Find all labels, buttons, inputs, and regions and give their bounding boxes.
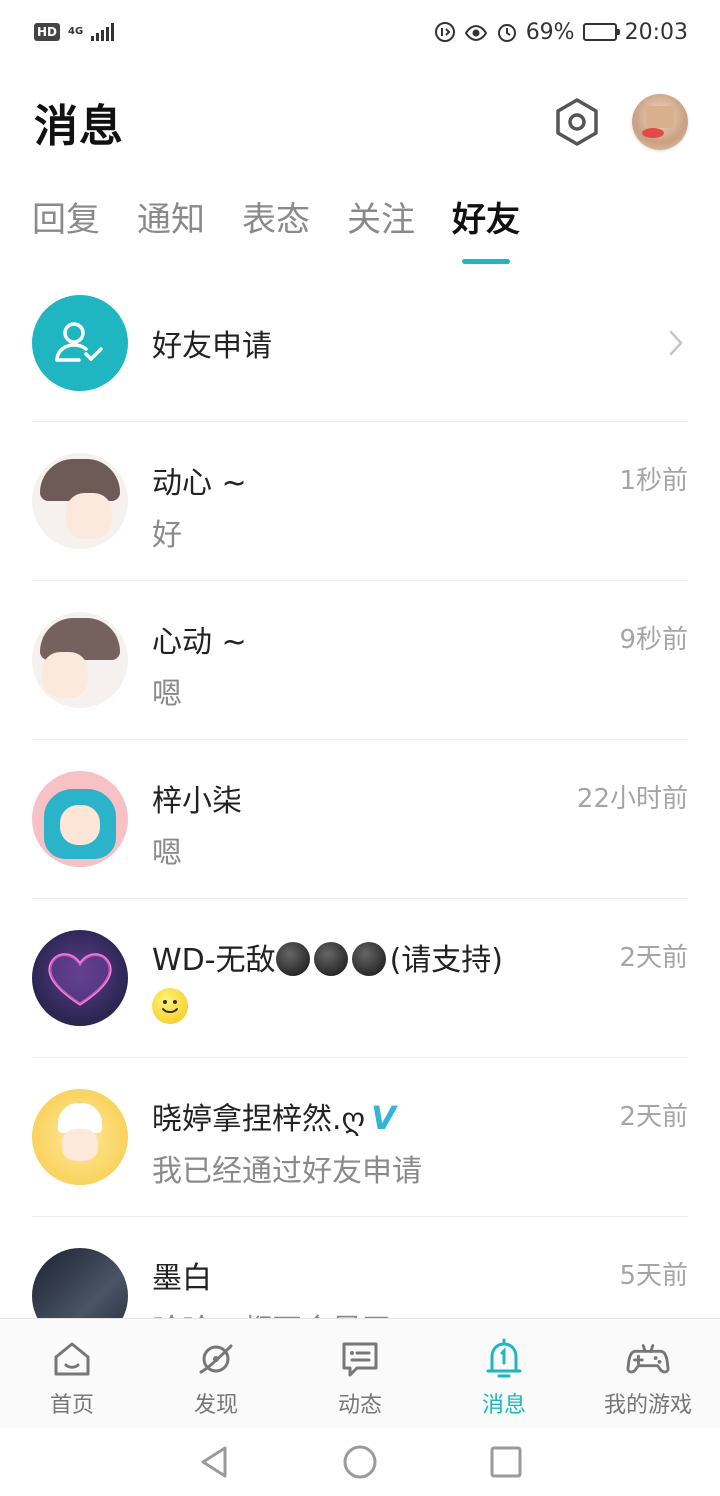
alarm-icon — [497, 24, 516, 42]
conversation-row[interactable]: 心动 ~ 嗯 9秒前 — [32, 581, 688, 740]
message-time: 2天前 — [619, 943, 688, 973]
nav-my-games-label: 我的游戏 — [603, 1393, 692, 1418]
recents-square-icon — [490, 1446, 522, 1478]
friend-message-list[interactable]: 好友申请 动心 ~ 好 1秒前 心动 ~ 嗯 9秒前 梓小柒 嗯 22小时前 W… — [0, 264, 720, 1318]
avatar[interactable] — [32, 612, 128, 708]
user-check-icon — [55, 321, 103, 362]
smiley-emoji-icon — [152, 987, 188, 1024]
message-tabs: 回复 通知 表态 关注 好友 — [32, 190, 688, 270]
data-saver-icon — [434, 22, 455, 42]
planet-icon — [194, 1337, 238, 1381]
dark-face-emoji-icon — [351, 942, 386, 976]
avatar[interactable] — [32, 930, 128, 1026]
avatar[interactable] — [32, 453, 128, 549]
tab-notification[interactable]: 通知 — [137, 190, 205, 270]
message-time: 22小时前 — [576, 784, 688, 814]
hd-badge: HD — [34, 23, 61, 41]
last-message: 我已经通过好友申请 — [152, 1154, 422, 1189]
last-message: 好 — [152, 518, 182, 553]
nav-home-label: 首页 — [49, 1393, 94, 1418]
network-label: 4G — [68, 26, 84, 37]
contact-name-text: 晓婷拿捏梓然.ღ — [152, 1102, 366, 1137]
message-time: 1秒前 — [619, 466, 688, 496]
contact-name: 梓小柒 — [152, 784, 242, 819]
dark-face-emoji-icon — [313, 942, 348, 976]
tab-friends[interactable]: 好友 — [452, 190, 520, 270]
recents-button[interactable] — [486, 1442, 526, 1482]
contact-name: 晓婷拿捏梓然.ღ V — [152, 1094, 396, 1138]
contact-name: 动心 ~ — [152, 466, 247, 501]
dark-face-emoji-icon — [275, 942, 310, 976]
friend-request-label: 好友申请 — [152, 328, 272, 364]
last-message — [152, 987, 188, 1024]
nav-messages-label: 消息 — [481, 1393, 526, 1418]
last-message: 嗯 — [152, 677, 182, 712]
contact-name-prefix: WD-无敌 — [152, 943, 276, 978]
tab-follow[interactable]: 关注 — [347, 190, 415, 270]
nav-messages[interactable]: 消息 — [432, 1319, 576, 1428]
message-time: 5天前 — [619, 1261, 688, 1291]
header: 消息 — [34, 82, 688, 162]
battery-percent: 69% — [525, 19, 575, 45]
conversation-body: 动心 ~ 好 1秒前 — [152, 422, 688, 580]
contact-name: 墨白 — [152, 1261, 212, 1296]
nav-home[interactable]: 首页 — [0, 1319, 144, 1428]
nav-feed[interactable]: 动态 — [288, 1319, 432, 1428]
home-button[interactable] — [340, 1442, 380, 1482]
back-button[interactable] — [194, 1442, 234, 1482]
my-avatar[interactable] — [632, 94, 688, 150]
status-bar: HD 4G 69% 20:03 — [0, 0, 720, 64]
message-time: 9秒前 — [619, 625, 688, 655]
header-actions — [552, 94, 688, 150]
clock: 20:03 — [624, 19, 688, 45]
verified-badge-icon: V — [371, 1099, 396, 1137]
battery-icon — [582, 23, 620, 41]
tab-reply[interactable]: 回复 — [32, 190, 100, 270]
status-left: HD 4G — [34, 23, 115, 41]
conversation-row[interactable]: 动心 ~ 好 1秒前 — [32, 422, 688, 581]
bottom-nav: 首页 发现 动态 消息 我的游戏 — [0, 1318, 720, 1428]
friend-request-row[interactable]: 好友申请 — [32, 264, 688, 422]
conversation-row[interactable]: WD-无敌 (请支持) 2天前 — [32, 899, 688, 1058]
heart-icon — [48, 953, 112, 1006]
message-time: 2天前 — [619, 1102, 688, 1132]
conversation-body: 墨白 哈哈，都不会是了 5天前 — [152, 1217, 688, 1318]
chevron-right-icon — [664, 330, 688, 355]
network-type: 4G — [68, 27, 83, 37]
bell-icon — [482, 1337, 526, 1381]
settings-button[interactable] — [552, 97, 602, 147]
avatar[interactable] — [32, 771, 128, 867]
avatar[interactable] — [32, 1089, 128, 1185]
page-title: 消息 — [34, 101, 124, 152]
chat-bubble-icon — [338, 1337, 382, 1381]
conversation-row[interactable]: 晓婷拿捏梓然.ღ V 我已经通过好友申请 2天前 — [32, 1058, 688, 1217]
conversation-row[interactable]: 墨白 哈哈，都不会是了 5天前 — [32, 1217, 688, 1318]
eye-comfort-icon — [464, 24, 487, 42]
nav-feed-label: 动态 — [337, 1393, 382, 1418]
last-message: 哈哈，都不会是了 — [152, 1305, 392, 1318]
signal-icon — [91, 23, 115, 41]
contact-name-suffix: (请支持) — [389, 943, 504, 978]
conversation-body: WD-无敌 (请支持) 2天前 — [152, 899, 688, 1057]
conversation-body: 梓小柒 嗯 22小时前 — [152, 740, 688, 898]
nav-discover-label: 发现 — [193, 1393, 238, 1418]
system-navigation-bar — [0, 1428, 720, 1496]
settings-hexagon-icon — [556, 98, 598, 146]
status-right: 69% 20:03 — [434, 20, 688, 45]
back-triangle-icon — [201, 1446, 227, 1478]
conversation-body: 心动 ~ 嗯 9秒前 — [152, 581, 688, 739]
gamepad-icon — [626, 1337, 670, 1381]
conversation-body: 晓婷拿捏梓然.ღ V 我已经通过好友申请 2天前 — [152, 1058, 688, 1216]
nav-my-games[interactable]: 我的游戏 — [576, 1319, 720, 1428]
home-icon — [50, 1337, 94, 1381]
nav-discover[interactable]: 发现 — [144, 1319, 288, 1428]
conversation-row[interactable]: 梓小柒 嗯 22小时前 — [32, 740, 688, 899]
contact-name: 心动 ~ — [152, 625, 247, 660]
last-message: 嗯 — [152, 836, 182, 871]
home-circle-icon — [343, 1445, 377, 1479]
avatar[interactable] — [32, 1248, 128, 1318]
contact-name: WD-无敌 (请支持) — [152, 935, 503, 979]
tab-reaction[interactable]: 表态 — [242, 190, 310, 270]
friend-request-icon-wrap — [32, 294, 128, 391]
